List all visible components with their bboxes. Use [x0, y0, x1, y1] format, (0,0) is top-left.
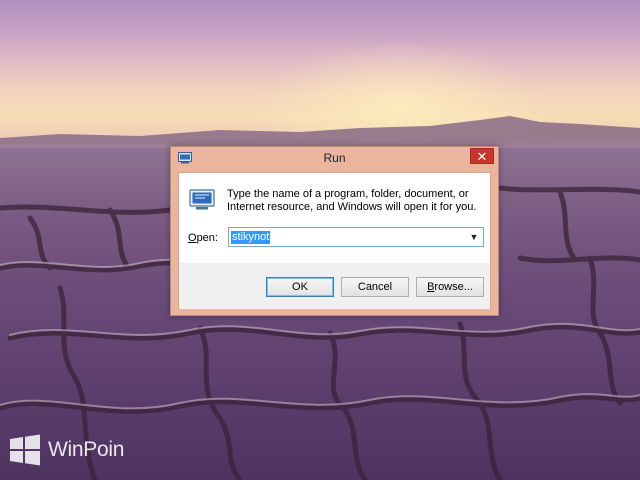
watermark-text: WinPoin: [48, 438, 125, 461]
close-button[interactable]: ✕: [470, 148, 494, 164]
winpoin-watermark: WinPoin: [8, 432, 124, 468]
open-input-value[interactable]: stikynot: [231, 231, 271, 244]
ok-button[interactable]: OK: [266, 277, 334, 297]
close-icon: ✕: [476, 149, 488, 164]
title-bar[interactable]: Run ✕: [171, 147, 498, 171]
open-label: Open:: [188, 232, 218, 244]
browse-button[interactable]: Browse...: [416, 277, 484, 297]
open-combobox[interactable]: stikynot ▼: [228, 227, 484, 247]
dialog-content: Type the name of a program, folder, docu…: [178, 172, 491, 309]
dialog-description: Type the name of a program, folder, docu…: [227, 188, 477, 213]
button-bar: OK Cancel Browse...: [179, 263, 490, 309]
open-label-accelerator: O: [188, 232, 197, 244]
open-label-text: pen:: [196, 232, 218, 244]
dialog-title: Run: [323, 151, 346, 165]
windows-logo-icon: [10, 434, 40, 466]
cancel-button[interactable]: Cancel: [341, 277, 409, 297]
browse-label: rowse...: [434, 281, 473, 293]
run-dialog: Run ✕ Type the name of a program, folder…: [170, 146, 499, 316]
chevron-down-icon[interactable]: ▼: [467, 230, 481, 244]
run-icon: [189, 189, 215, 210]
